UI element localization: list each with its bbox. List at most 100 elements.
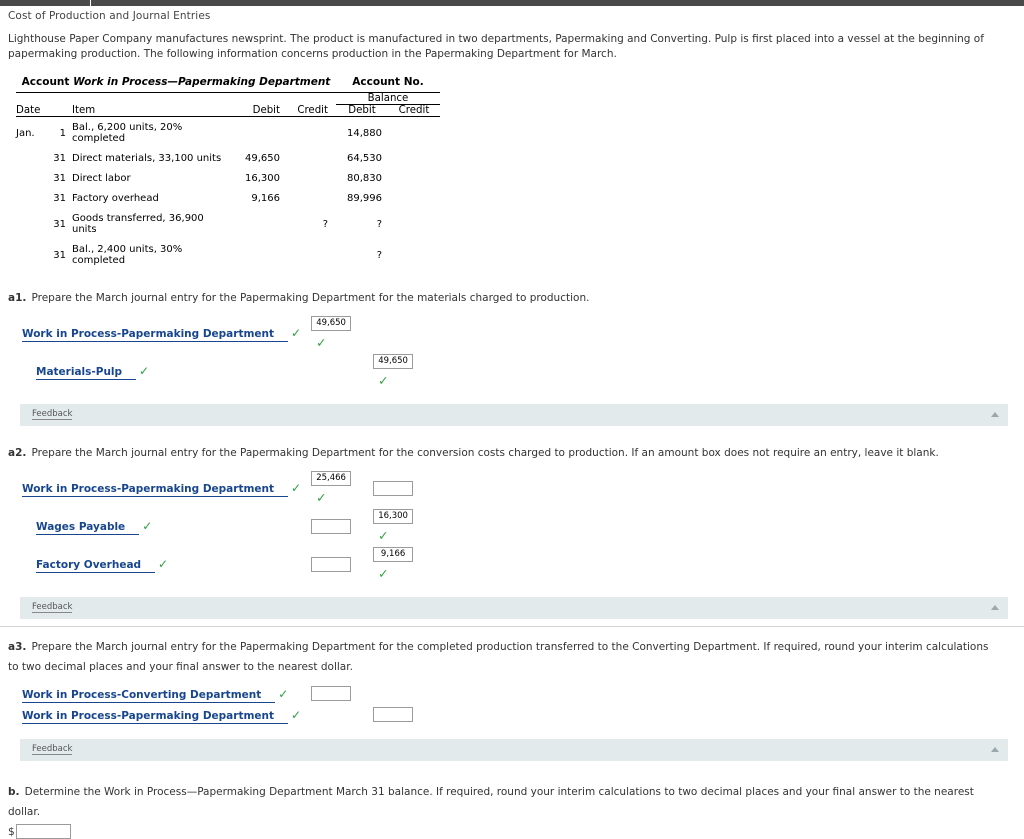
account-select-factory-overhead[interactable]: Factory Overhead	[36, 558, 156, 573]
credit-input[interactable]	[373, 707, 414, 722]
credit-input[interactable]: 16,300	[373, 509, 414, 524]
cell-month	[16, 239, 50, 270]
cell-bal-credit	[388, 117, 440, 149]
journal-line: Work in Process-Papermaking Department ✓	[22, 703, 425, 724]
col-header-date: Date	[16, 104, 41, 116]
journal-line: Wages Payable ✓ 16,300 ✓	[22, 506, 425, 544]
cell-month	[16, 188, 50, 208]
balance-input[interactable]	[15, 824, 71, 839]
question-a2-prompt: a2. Prepare the March journal entry for …	[8, 441, 998, 461]
cell-bal-credit	[388, 188, 440, 208]
balance-subheader-row: Balance	[16, 92, 440, 105]
cell-debit: 9,166	[251, 193, 280, 204]
question-b: b. Determine the Work in Process—Paperma…	[0, 761, 1024, 839]
caret-up-icon[interactable]	[991, 747, 999, 752]
feedback-label[interactable]: Feedback	[32, 409, 73, 420]
account-select-work-in-process-papermaking[interactable]: Work in Process-Papermaking Department	[22, 327, 289, 342]
caret-up-icon[interactable]	[991, 412, 999, 417]
cell-bal-credit	[388, 208, 440, 239]
journal-account-cell: Factory Overhead ✓	[22, 544, 301, 582]
debit-input[interactable]	[311, 556, 352, 572]
question-page: Cost of Production and Journal Entries L…	[0, 6, 1024, 839]
journal-account-cell: Work in Process-Converting Department ✓	[22, 682, 301, 703]
account-select-work-in-process-papermaking[interactable]: Work in Process-Papermaking Department	[22, 709, 289, 724]
cell-item: Goods transferred, 36,900 units	[72, 213, 204, 235]
account-select-label: Wages Payable	[36, 521, 126, 533]
journal-account-cell: Work in Process-Papermaking Department ✓	[22, 468, 301, 506]
feedback-label[interactable]: Feedback	[32, 602, 73, 613]
check-icon: ✓	[378, 373, 389, 388]
credit-input[interactable]	[373, 480, 414, 496]
balance-header: Balance	[336, 92, 440, 105]
journal-debit-cell	[301, 682, 363, 703]
account-no-label: Account No.	[352, 76, 424, 88]
ledger-body: Jan. 1 Bal., 6,200 units, 20% completed …	[16, 117, 440, 271]
problem-intro: Lighthouse Paper Company manufactures ne…	[8, 33, 984, 60]
cell-credit	[286, 117, 336, 149]
debit-input[interactable]: 25,466	[311, 471, 352, 486]
account-word-label: Account	[21, 76, 70, 88]
account-name: Work in Process—Papermaking Department	[73, 76, 331, 88]
journal-credit-cell	[363, 703, 425, 724]
account-select-work-in-process-papermaking[interactable]: Work in Process-Papermaking Department	[22, 482, 289, 497]
cell-day: 31	[53, 218, 66, 230]
feedback-bar-a1[interactable]: Feedback	[20, 404, 1008, 426]
cell-credit	[286, 148, 336, 168]
journal-line: Materials-Pulp ✓ 49,650 ✓	[22, 351, 425, 389]
journal-debit-cell	[301, 506, 363, 544]
question-a3: a3. Prepare the March journal entry for …	[0, 619, 1024, 724]
feedback-bar-a3[interactable]: Feedback	[20, 739, 1008, 761]
col-header-balance-debit: Debit	[348, 104, 376, 116]
journal-debit-cell: 25,466 ✓	[301, 468, 363, 506]
ledger-column-header-row: Date Item Debit Credit Debit Credit	[16, 104, 440, 116]
table-row: 31 Goods transferred, 36,900 units ? ?	[16, 208, 440, 239]
journal-account-cell: Materials-Pulp ✓	[22, 351, 301, 389]
credit-input[interactable]: 49,650	[373, 354, 414, 369]
credit-input[interactable]: 9,166	[373, 547, 414, 562]
check-icon: ✓	[278, 686, 289, 701]
account-select-label: Materials-Pulp	[36, 366, 123, 378]
feedback-bar-a2[interactable]: Feedback	[20, 597, 1008, 619]
currency-symbol: $	[8, 825, 15, 838]
table-row: Jan. 1 Bal., 6,200 units, 20% completed …	[16, 117, 440, 149]
col-header-debit: Debit	[252, 104, 280, 116]
cell-bal-credit	[388, 239, 440, 270]
cell-month	[16, 168, 50, 188]
cell-month	[16, 208, 50, 239]
question-a3-label: a3.	[8, 641, 27, 653]
check-icon: ✓	[291, 326, 302, 340]
journal-line: Work in Process-Converting Department ✓	[22, 682, 425, 703]
cell-month	[16, 148, 50, 168]
check-icon: ✓	[291, 707, 302, 722]
question-a1: a1. Prepare the March journal entry for …	[0, 270, 1024, 389]
account-select-materials-pulp[interactable]: Materials-Pulp	[36, 365, 137, 380]
debit-input[interactable]: 49,650	[311, 316, 352, 331]
caret-up-icon[interactable]	[991, 605, 999, 610]
col-header-balance-credit: Credit	[398, 104, 430, 116]
feedback-label[interactable]: Feedback	[32, 744, 73, 755]
journal-line: Work in Process-Papermaking Department ✓…	[22, 313, 425, 351]
journal-credit-cell: 49,650 ✓	[363, 351, 425, 389]
check-icon: ✓	[316, 490, 327, 505]
account-select-label: Work in Process-Papermaking Department	[22, 709, 275, 722]
question-a2-label: a2.	[8, 447, 27, 459]
cell-item: Factory overhead	[72, 193, 159, 204]
journal-account-cell: Wages Payable ✓	[22, 506, 301, 544]
table-row: 31 Direct labor 16,300 80,830	[16, 168, 440, 188]
debit-input[interactable]	[311, 518, 352, 534]
debit-input[interactable]	[311, 686, 352, 701]
journal-account-cell: Work in Process-Papermaking Department ✓	[22, 703, 301, 724]
cell-debit	[230, 239, 286, 270]
cell-bal-debit: 14,880	[347, 127, 382, 139]
account-select-work-in-process-converting[interactable]: Work in Process-Converting Department	[22, 688, 276, 703]
cell-item: Bal., 6,200 units, 20% completed	[72, 122, 183, 144]
check-icon: ✓	[378, 566, 389, 581]
question-a1-prompt: a1. Prepare the March journal entry for …	[8, 286, 998, 306]
question-a3-prompt: a3. Prepare the March journal entry for …	[8, 635, 998, 675]
account-select-wages-payable[interactable]: Wages Payable	[36, 520, 140, 535]
journal-entry-a1: Work in Process-Papermaking Department ✓…	[22, 313, 425, 389]
cell-credit	[286, 239, 336, 270]
question-a2: a2. Prepare the March journal entry for …	[0, 426, 1024, 582]
col-header-item: Item	[72, 104, 96, 116]
account-select-label: Factory Overhead	[36, 559, 142, 571]
